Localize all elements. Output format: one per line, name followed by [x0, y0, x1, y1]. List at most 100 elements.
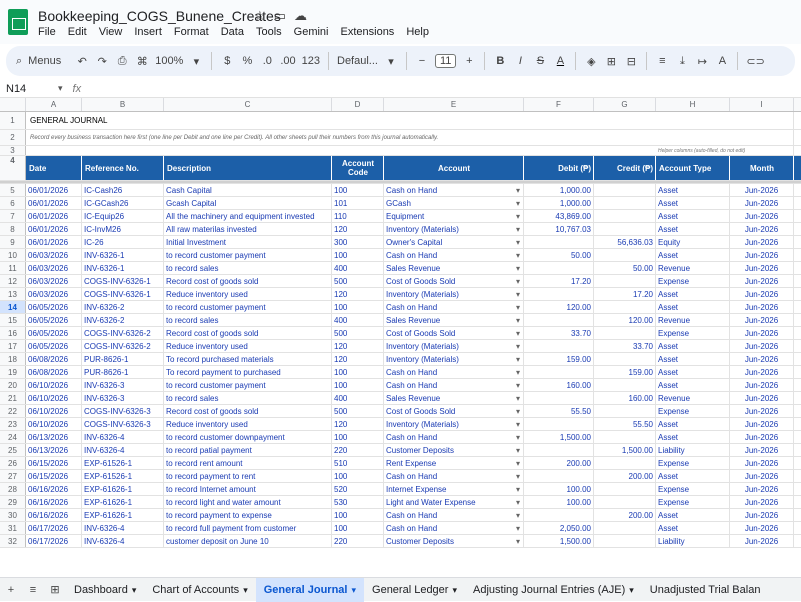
cell-b[interactable]: COGS-INV-6326-1	[82, 275, 164, 287]
cell-h[interactable]: Asset	[656, 366, 730, 378]
cell-a[interactable]: 06/05/2026	[26, 301, 82, 313]
menu-view[interactable]: View	[93, 26, 129, 38]
cell-h[interactable]: Liability	[656, 535, 730, 547]
cell-h[interactable]: Expense	[656, 275, 730, 287]
cell-f[interactable]: 50.00	[524, 249, 594, 261]
cell-i[interactable]: Jun-2026	[730, 418, 794, 430]
cell-i[interactable]: Jun-2026	[730, 275, 794, 287]
cell-f[interactable]: 33.70	[524, 327, 594, 339]
cell-c[interactable]: To record purchased materials	[164, 353, 332, 365]
column-header-a[interactable]: A	[26, 98, 82, 111]
cell-i[interactable]: Jun-2026	[730, 262, 794, 274]
cell-a[interactable]: 06/17/2026	[26, 535, 82, 547]
column-header-c[interactable]: C	[164, 98, 332, 111]
cell-c[interactable]: to record patial payment	[164, 444, 332, 456]
cell-e[interactable]: Internet Expense	[384, 483, 524, 495]
cell-h[interactable]: Asset	[656, 418, 730, 430]
currency-format-button[interactable]: $	[220, 55, 234, 67]
cell-d[interactable]: 100	[332, 379, 384, 391]
cell-g[interactable]	[594, 197, 656, 209]
row-number[interactable]: 15	[0, 314, 26, 326]
percent-format-button[interactable]: %	[240, 55, 254, 67]
cell-g[interactable]	[594, 301, 656, 313]
cell-c[interactable]: Record cost of goods sold	[164, 327, 332, 339]
row-number[interactable]: 1	[0, 112, 26, 129]
row-number[interactable]: 16	[0, 327, 26, 339]
cell-b[interactable]: IC-Equip26	[82, 210, 164, 222]
cell-c[interactable]: to record sales	[164, 392, 332, 404]
text-wrap-icon[interactable]: ↦	[695, 55, 709, 68]
cell-d[interactable]: 400	[332, 392, 384, 404]
cell-f[interactable]: 43,869.00	[524, 210, 594, 222]
cell-h[interactable]: Expense	[656, 483, 730, 495]
cell-d[interactable]: 100	[332, 431, 384, 443]
cell-e[interactable]: Inventory (Materials)	[384, 353, 524, 365]
cell-f[interactable]: 2,050.00	[524, 522, 594, 534]
cell-g[interactable]: 33.70	[594, 340, 656, 352]
cell-i[interactable]: Jun-2026	[730, 522, 794, 534]
cell-d[interactable]: 100	[332, 249, 384, 261]
cell-e[interactable]: Rent Expense	[384, 457, 524, 469]
header-account[interactable]: Account	[384, 156, 524, 180]
cell-a[interactable]: 06/01/2026	[26, 197, 82, 209]
cell-b[interactable]: IC-Cash26	[82, 184, 164, 196]
row-number[interactable]: 8	[0, 223, 26, 235]
cell-d[interactable]: 110	[332, 210, 384, 222]
cell-a[interactable]: 06/13/2026	[26, 444, 82, 456]
font-select[interactable]: Defaul...	[337, 55, 378, 67]
cell-h[interactable]: Asset	[656, 223, 730, 235]
chevron-down-icon[interactable]: ▾	[452, 585, 457, 595]
cell-b[interactable]: INV-6326-3	[82, 392, 164, 404]
cell-i[interactable]: Jun-2026	[730, 379, 794, 391]
text-color-button[interactable]: A	[553, 55, 567, 67]
cell-f[interactable]	[524, 392, 594, 404]
cell-d[interactable]: 120	[332, 418, 384, 430]
cell-c[interactable]: to record full payment from customer	[164, 522, 332, 534]
cell-a[interactable]: 06/10/2026	[26, 379, 82, 391]
cell-a[interactable]: 06/03/2026	[26, 262, 82, 274]
menu-insert[interactable]: Insert	[128, 26, 168, 38]
row-number[interactable]: 26	[0, 457, 26, 469]
cell-i[interactable]: Jun-2026	[730, 288, 794, 300]
horizontal-align-icon[interactable]: ≡	[655, 55, 669, 67]
cell-e[interactable]: Inventory (Materials)	[384, 418, 524, 430]
cell-g[interactable]	[594, 457, 656, 469]
header-month[interactable]: Month	[730, 156, 794, 180]
tab-general-journal[interactable]: General Journal ▾	[255, 577, 365, 602]
sheet-grid-icon[interactable]: ⊞	[44, 583, 66, 596]
menu-file[interactable]: File	[32, 26, 62, 38]
cell-a[interactable]: 06/05/2026	[26, 327, 82, 339]
cell-b[interactable]: IC-InvM26	[82, 223, 164, 235]
cell-f[interactable]	[524, 470, 594, 482]
cell-d[interactable]: 120	[332, 353, 384, 365]
cell-i[interactable]: Jun-2026	[730, 223, 794, 235]
cell-e[interactable]: Cost of Goods Sold	[384, 405, 524, 417]
cell-a[interactable]: 06/15/2026	[26, 470, 82, 482]
cell-f[interactable]	[524, 288, 594, 300]
cell-i[interactable]: Jun-2026	[730, 249, 794, 261]
menu-tools[interactable]: Tools	[250, 26, 288, 38]
cell-c[interactable]: to record Internet amount	[164, 483, 332, 495]
tab-dashboard[interactable]: Dashboard ▾	[66, 578, 144, 602]
row-number[interactable]: 2	[0, 130, 26, 145]
cell-e[interactable]: Light and Water Expense	[384, 496, 524, 508]
row-number[interactable]: 28	[0, 483, 26, 495]
cell-g[interactable]	[594, 249, 656, 261]
cell-h[interactable]: Asset	[656, 470, 730, 482]
tab-unadjusted-trial-balan[interactable]: Unadjusted Trial Balan	[642, 578, 769, 602]
cell-i[interactable]: Jun-2026	[730, 301, 794, 313]
cell-e[interactable]: Cash on Hand	[384, 431, 524, 443]
undo-icon[interactable]: ↶	[75, 55, 89, 68]
cell-b[interactable]: EXP-61626-1	[82, 509, 164, 521]
cell-d[interactable]: 220	[332, 444, 384, 456]
column-header-g[interactable]: G	[594, 98, 656, 111]
cell-e[interactable]: Customer Deposits	[384, 444, 524, 456]
cell-d[interactable]: 100	[332, 366, 384, 378]
cell-e[interactable]: Sales Revenue	[384, 262, 524, 274]
cell-g[interactable]	[594, 353, 656, 365]
spreadsheet-grid[interactable]: A B C D E F G H I 1 GENERAL JOURNAL 2 Record every b…	[0, 98, 801, 548]
cell-d[interactable]: 500	[332, 405, 384, 417]
cell-f[interactable]	[524, 509, 594, 521]
cell-d[interactable]: 510	[332, 457, 384, 469]
cell-c[interactable]: Reduce inventory used	[164, 418, 332, 430]
